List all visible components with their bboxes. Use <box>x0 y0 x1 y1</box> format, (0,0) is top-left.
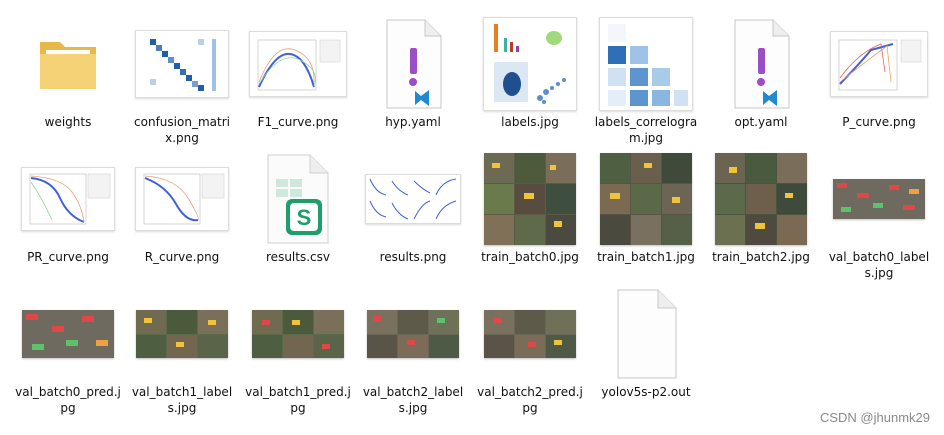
folder-icon <box>15 16 121 112</box>
r-curve-thumbnail <box>129 151 235 247</box>
spreadsheet-file-icon: S <box>245 151 351 247</box>
file-name: val_batch2_pred.jpg <box>477 385 583 415</box>
train-batch1-thumbnail <box>593 151 699 247</box>
file-name: val_batch0_pred.jpg <box>15 385 121 415</box>
val-batch1-pred-thumbnail <box>245 286 351 382</box>
results-thumbnail <box>360 151 466 247</box>
file-name: val_batch1_labels.jpg <box>131 385 233 415</box>
file-name: results.csv <box>266 250 330 264</box>
file-name: R_curve.png <box>144 250 220 264</box>
train-batch0-thumbnail <box>477 151 583 247</box>
file-name: val_batch0_labels.jpg <box>828 250 930 280</box>
val-batch2-labels-thumbnail <box>360 286 466 382</box>
labels-correlogram-thumbnail <box>593 16 699 112</box>
val-batch2-pred-thumbnail <box>477 286 583 382</box>
file-name: results.png <box>379 250 447 264</box>
file-name: opt.yaml <box>734 115 788 129</box>
file-name: F1_curve.png <box>257 115 339 129</box>
file-name: train_batch1.jpg <box>597 250 695 264</box>
file-name: train_batch2.jpg <box>712 250 810 264</box>
file-name: weights <box>44 115 92 129</box>
val-batch1-labels-thumbnail <box>129 286 235 382</box>
file-name: confusion_matrix.png <box>134 115 230 145</box>
file-name: P_curve.png <box>842 115 916 129</box>
file-name: labels.jpg <box>501 115 559 129</box>
confusion-matrix-thumbnail <box>129 16 235 112</box>
val-batch0-labels-thumbnail <box>826 151 932 247</box>
file-name: hyp.yaml <box>385 115 441 129</box>
watermark: CSDN @jhunmk29 <box>819 410 930 425</box>
file-name: train_batch0.jpg <box>481 250 579 264</box>
pr-curve-thumbnail <box>15 151 121 247</box>
file-name: yolov5s-p2.out <box>601 385 691 399</box>
vscode-file-icon <box>360 16 466 112</box>
train-batch2-thumbnail <box>708 151 814 247</box>
blank-file-icon <box>593 286 699 382</box>
file-name: PR_curve.png <box>27 250 109 264</box>
labels-thumbnail <box>477 16 583 112</box>
file-name: labels_correlogram.jpg <box>594 115 698 145</box>
p-curve-thumbnail <box>826 16 932 112</box>
file-name: val_batch2_labels.jpg <box>362 385 464 415</box>
file-name: val_batch1_pred.jpg <box>245 385 351 415</box>
vscode-file-icon <box>708 16 814 112</box>
svg-text:S: S <box>297 205 312 230</box>
val-batch0-pred-thumbnail <box>15 286 121 382</box>
f1-curve-thumbnail <box>245 16 351 112</box>
